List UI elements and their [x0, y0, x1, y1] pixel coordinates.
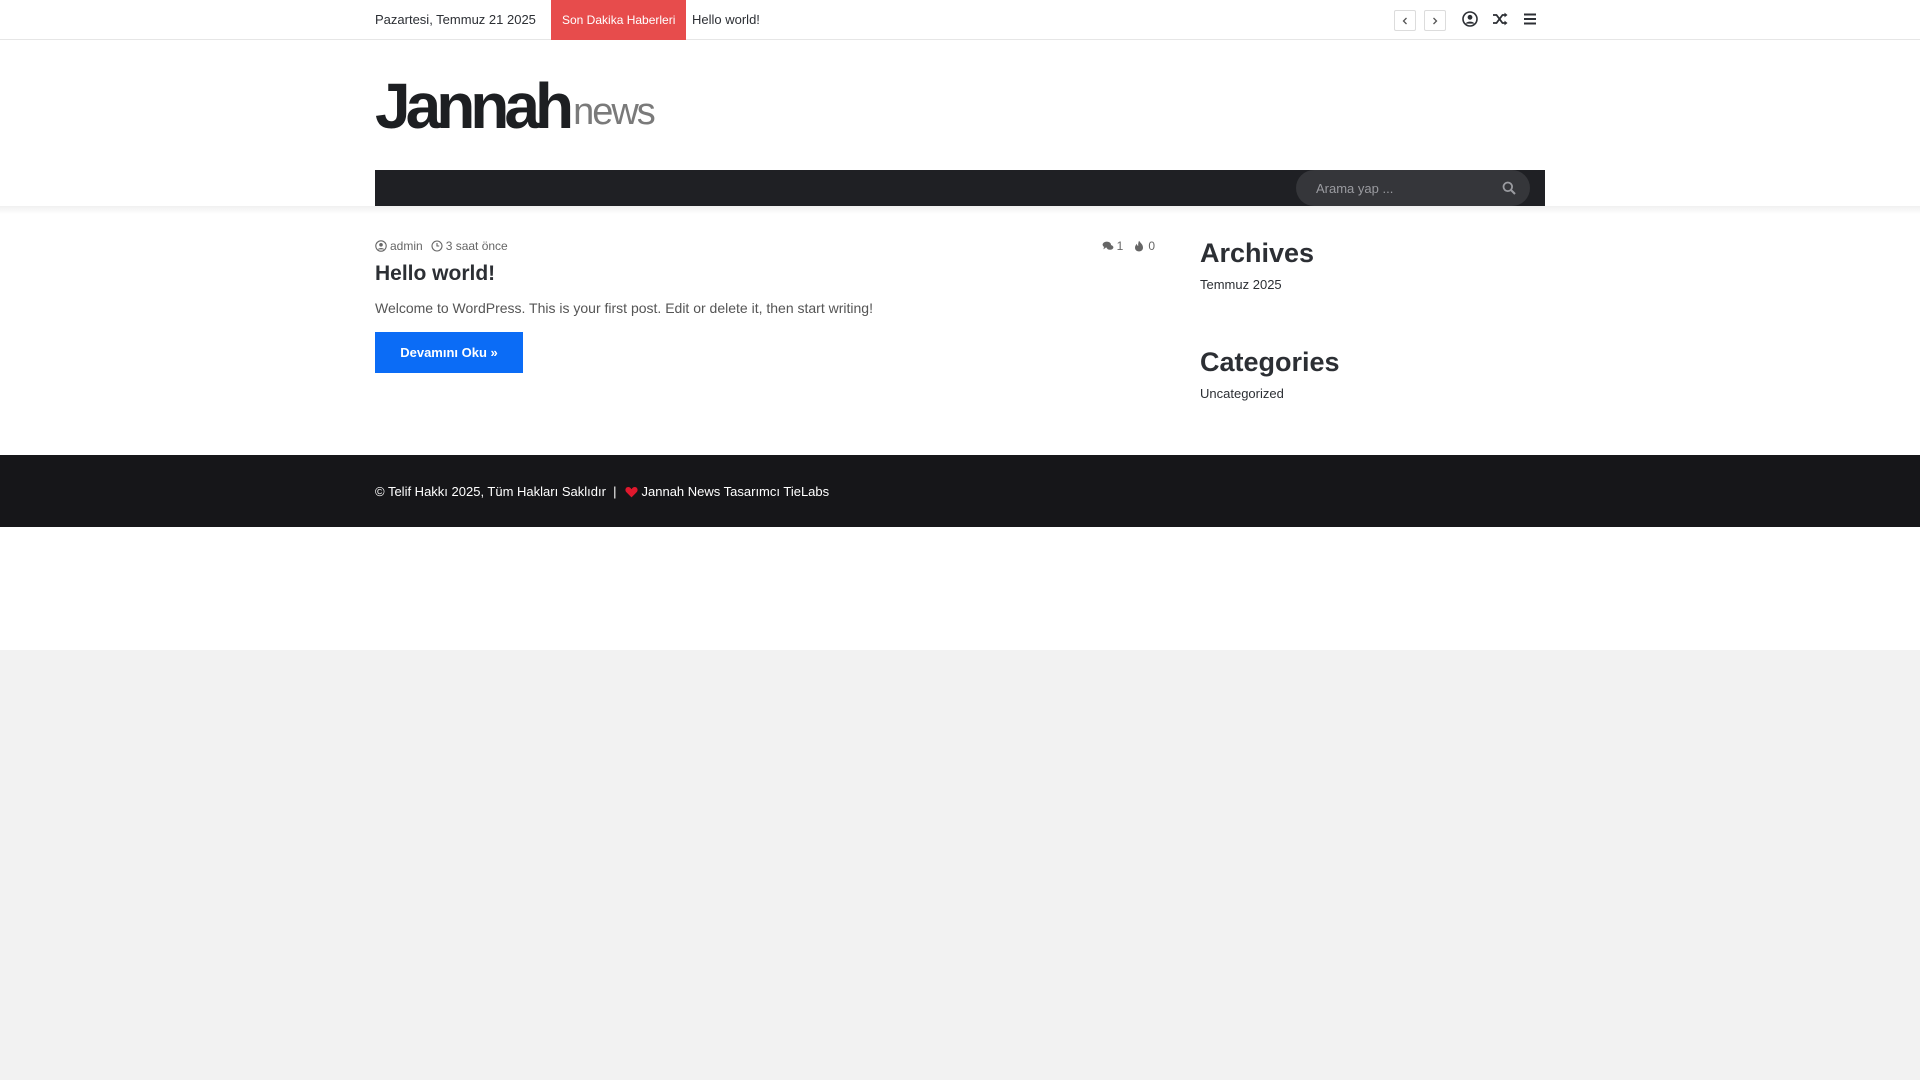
- search-input[interactable]: [1314, 170, 1494, 206]
- post-comments[interactable]: 1: [1102, 239, 1124, 253]
- post-date: 3 saat önce: [431, 239, 508, 253]
- breaking-news-item[interactable]: Hello world!: [692, 12, 760, 27]
- post-comment-count: 1: [1116, 239, 1124, 253]
- post-time: 3 saat önce: [445, 239, 508, 253]
- logo-sub-text: news: [573, 91, 656, 133]
- menu-icon[interactable]: [1520, 9, 1540, 29]
- search-icon[interactable]: [1500, 179, 1518, 197]
- post-views: 0: [1133, 239, 1155, 253]
- post-view-count: 0: [1148, 239, 1155, 253]
- footer-copyright: © Telif Hakkı 2025, Tüm Hakları Saklıdır…: [375, 484, 617, 499]
- archives-widget-title: Archives: [1200, 238, 1315, 268]
- post-meta: admin 3 saat önce: [375, 239, 516, 253]
- categories-widget-title: Categories: [1200, 347, 1340, 377]
- page-background: [0, 0, 1920, 650]
- header-shadow: [0, 206, 1920, 214]
- footer-copyright-line: © Telif Hakkı 2025, Tüm Hakları Saklıdır…: [375, 484, 829, 499]
- chevron-right-icon[interactable]: [1424, 10, 1446, 31]
- category-link[interactable]: Uncategorized: [1200, 386, 1284, 401]
- archive-link[interactable]: Temmuz 2025: [1200, 277, 1282, 292]
- post-author[interactable]: admin: [375, 239, 423, 253]
- post-author-name: admin: [390, 239, 423, 253]
- post-excerpt: Welcome to WordPress. This is your first…: [375, 300, 873, 316]
- site-footer: © Telif Hakkı 2025, Tüm Hakları Saklıdır…: [0, 455, 1920, 527]
- user-icon[interactable]: [1460, 9, 1480, 29]
- random-icon[interactable]: [1490, 9, 1510, 29]
- clock-icon: [431, 240, 443, 252]
- post-title[interactable]: Hello world!: [375, 262, 495, 286]
- post-stats: 1 0: [1092, 239, 1155, 253]
- user-circle-icon: [375, 240, 387, 252]
- read-more-button[interactable]: Devamını Oku »: [375, 332, 523, 373]
- site-logo[interactable]: Jannah news: [375, 70, 656, 142]
- logo-main-text: Jannah: [375, 70, 574, 142]
- search-form: [1296, 170, 1530, 206]
- comments-icon: [1102, 241, 1114, 250]
- chevron-left-icon[interactable]: [1394, 10, 1416, 31]
- top-date: Pazartesi, Temmuz 21 2025: [375, 12, 536, 27]
- breaking-news-label: Son Dakika Haberleri: [551, 0, 687, 40]
- fire-icon: [1135, 240, 1144, 252]
- footer-credit-link[interactable]: Jannah News Tasarımcı TieLabs: [642, 484, 830, 499]
- top-bar: Pazartesi, Temmuz 21 2025 Son Dakika Hab…: [0, 0, 1920, 40]
- heart-icon: [624, 486, 638, 497]
